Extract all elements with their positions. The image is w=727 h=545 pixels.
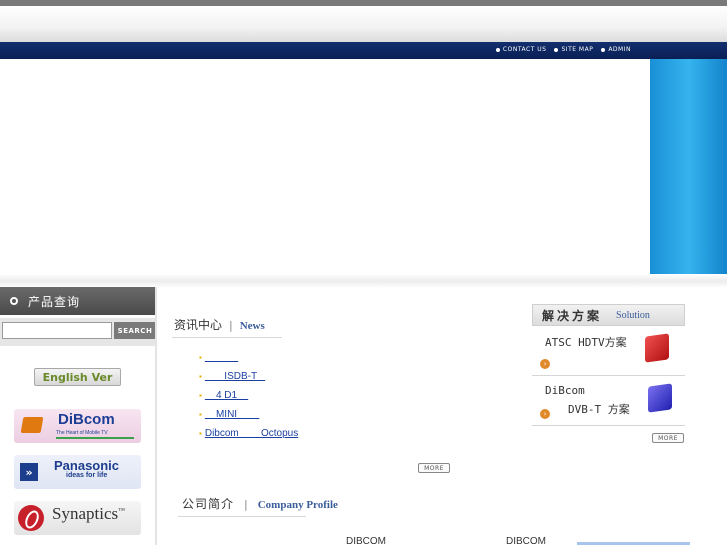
- news-item-link[interactable]: 4 D1: [205, 390, 248, 401]
- bullet-icon: ▪: [199, 429, 202, 438]
- synaptics-name: Synaptics: [52, 504, 119, 523]
- nav-admin-link[interactable]: ADMIN: [601, 46, 631, 53]
- header-band: [0, 6, 727, 42]
- bullet-icon: [495, 47, 500, 52]
- circle-bullet-icon: [10, 297, 18, 305]
- news-more-button[interactable]: MORE: [418, 463, 450, 473]
- company-section-title: 公司简介 | Company Profile: [182, 495, 338, 512]
- blue-cube-icon: [648, 383, 672, 413]
- nav-link-label: ADMIN: [608, 46, 631, 53]
- bullet-icon: [601, 47, 606, 52]
- news-item: ▪ 4 D1: [199, 386, 298, 405]
- news-title-separator: |: [229, 319, 233, 332]
- company-title-underline: [178, 516, 306, 517]
- nav-links: CONTACT US SITE MAP ADMIN: [495, 46, 631, 53]
- page: CONTACT US SITE MAP ADMIN 产品查询 SEARCH En…: [0, 0, 727, 545]
- dibcom-logo-name: DiBcom: [58, 411, 115, 428]
- dibcom-partner-logo[interactable]: DiBcom The Heart of Mobile TV: [14, 409, 141, 443]
- solution-item-title: ATSC HDTV方案: [545, 336, 627, 349]
- synaptics-partner-logo[interactable]: Synaptics™: [14, 501, 141, 535]
- hero-blue-panel: [650, 59, 727, 274]
- red-cube-icon: [645, 333, 669, 363]
- news-title-underline: [172, 337, 282, 338]
- solution-item-atsc[interactable]: ATSC HDTV方案 ›: [532, 329, 685, 376]
- panasonic-partner-logo[interactable]: » Panasonic ideas for life: [14, 455, 141, 489]
- product-search-input[interactable]: [2, 322, 112, 339]
- news-item: ▪ MINI: [199, 405, 298, 424]
- nav-link-label: SITE MAP: [561, 46, 594, 53]
- solution-title-cn: 解决方案: [542, 308, 603, 323]
- dibcom-logo-tagline: The Heart of Mobile TV: [56, 430, 108, 436]
- solution-item-title: DiBcom: [545, 384, 585, 397]
- bullet-icon: ▪: [199, 372, 202, 381]
- solution-header: 解决方案 Solution: [532, 304, 685, 326]
- bullet-icon: ▪: [199, 410, 202, 419]
- double-chevron-right-icon: »: [20, 463, 38, 481]
- product-search-bar: SEARCH: [0, 318, 157, 346]
- top-nav-bar: CONTACT US SITE MAP ADMIN: [0, 42, 727, 59]
- news-title-en: News: [239, 320, 265, 332]
- news-item: ▪: [199, 348, 298, 367]
- dibcom-logo-icon: [20, 417, 44, 433]
- solution-item-dvbt[interactable]: DiBcom DVB-T 方案 ›: [532, 379, 685, 426]
- company-title-en: Company Profile: [257, 499, 338, 511]
- company-title-cn: 公司简介: [182, 497, 235, 511]
- bullet-icon: ▪: [199, 353, 202, 362]
- news-item: ▪ Dibcom Octopus: [199, 424, 298, 443]
- search-button[interactable]: SEARCH: [114, 322, 156, 339]
- company-text: DIBCOM: [506, 536, 546, 545]
- synaptics-logo-icon: [18, 505, 44, 531]
- news-list: ▪ ▪ ISDB-T ▪ 4 D1 ▪ MINI ▪ Dibcom Octopus: [199, 348, 298, 443]
- solution-title-en: Solution: [616, 309, 650, 321]
- bullet-icon: ▪: [199, 391, 202, 400]
- bullet-icon: [554, 47, 559, 52]
- panasonic-logo-tagline: ideas for life: [66, 472, 108, 479]
- arrow-right-icon: ›: [540, 359, 550, 369]
- product-search-title: 产品查询: [28, 294, 81, 309]
- news-title-cn: 资讯中心: [174, 318, 223, 332]
- panasonic-logo-name: Panasonic: [54, 458, 120, 473]
- arrow-right-icon: ›: [540, 409, 550, 419]
- news-item-link[interactable]: MINI: [205, 409, 259, 420]
- company-text: DIBCOM: [346, 536, 386, 545]
- solution-more-button[interactable]: MORE: [652, 433, 684, 443]
- news-item-link[interactable]: Dibcom Octopus: [205, 428, 298, 439]
- news-item: ▪ ISDB-T: [199, 367, 298, 386]
- solution-item-subtitle: DVB-T 方案: [568, 403, 630, 416]
- news-section-title: 资讯中心 | News: [174, 316, 265, 333]
- english-version-button[interactable]: English Ver: [34, 368, 121, 386]
- news-item-link[interactable]: [205, 352, 238, 363]
- news-item-link[interactable]: ISDB-T: [205, 371, 265, 382]
- product-search-header: 产品查询: [0, 287, 157, 315]
- dibcom-logo-underline: [56, 437, 134, 439]
- nav-link-label: CONTACT US: [502, 46, 547, 53]
- sidebar-divider: [155, 287, 157, 545]
- company-title-separator: |: [244, 498, 248, 511]
- synaptics-logo-name: Synaptics™: [52, 504, 125, 524]
- nav-contact-us-link[interactable]: CONTACT US: [495, 46, 547, 53]
- hero-separator: [0, 274, 727, 288]
- nav-site-map-link[interactable]: SITE MAP: [554, 46, 593, 53]
- trademark-sign: ™: [118, 506, 125, 515]
